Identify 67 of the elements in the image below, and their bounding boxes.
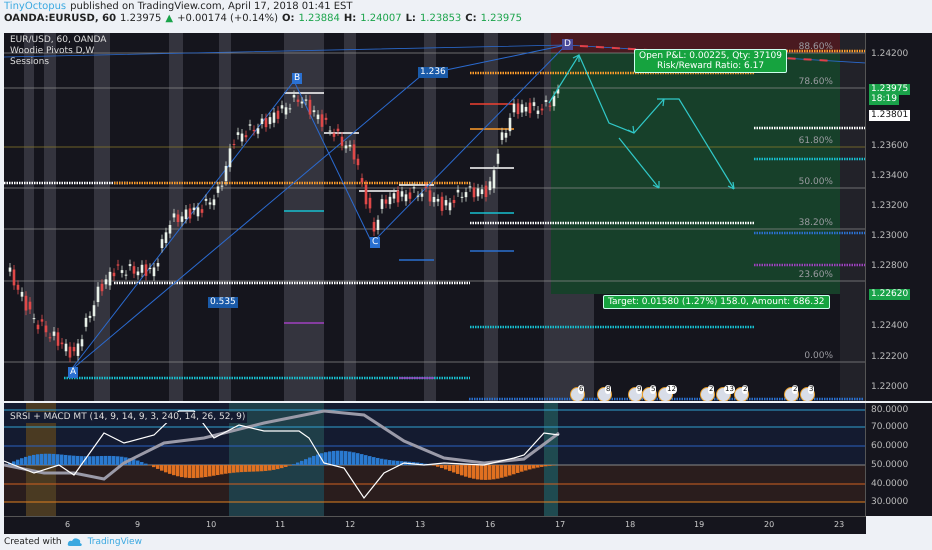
ohlc-value: 1.23884 — [298, 13, 340, 24]
legend-text: EUR/USD, 60, OANDA — [9, 35, 108, 46]
pattern-point-label: B — [292, 73, 302, 84]
indicator-axis-label: 30.0000 — [870, 497, 910, 508]
time-axis-label: 18 — [625, 520, 636, 529]
symbol-label: OANDA:EURUSD, 60 — [4, 13, 116, 24]
pattern-point-label: C — [370, 237, 380, 248]
time-axis-label: 6 — [65, 520, 70, 529]
up-arrow-icon: ▲ — [165, 13, 174, 24]
ohlc-label: H: — [344, 13, 356, 24]
price-axis-label: 1.22620 — [869, 289, 910, 300]
price-axis-label: 1.22000 — [870, 382, 910, 393]
fib-level-label: 88.60% — [798, 42, 834, 53]
pattern-point-label: A — [68, 367, 78, 378]
time-axis-label: 19 — [694, 520, 704, 529]
indicator-axis-label: 40.0000 — [870, 479, 910, 490]
time-axis-label: 9 — [135, 520, 140, 529]
ohlc-value: 1.23853 — [420, 13, 462, 24]
price-axis-label: 1.22400 — [870, 321, 910, 332]
price-axis-label: 1.23975 — [869, 84, 910, 95]
price-axis-label: 1.23000 — [870, 231, 910, 242]
fib-level-label: 38.20% — [798, 218, 834, 229]
price-axis-label: 1.24200 — [870, 49, 910, 60]
target-label: Target: 0.01580 (1.27%) 158.0, Amount: 686.32 — [603, 295, 830, 309]
ohlc-label: O: — [282, 13, 294, 24]
time-axis-label: 11 — [275, 520, 286, 529]
time-axis-label: 10 — [206, 520, 216, 529]
pattern-point-label: D — [562, 39, 573, 50]
created-with-text: Created with — [4, 537, 62, 547]
fib-level-label: 23.60% — [798, 270, 834, 281]
time-axis-label: 20 — [764, 520, 774, 529]
pattern-point-label: 1.236 — [418, 67, 448, 78]
indicator-axis-label: 50.0000 — [870, 460, 910, 471]
legend-text: Woodie Pivots D,W — [9, 46, 96, 57]
time-axis-label: 12 — [345, 520, 356, 529]
fib-level-label: 0.00% — [803, 351, 834, 362]
price-axis-label: 18:19 — [869, 94, 899, 105]
cloud-logo-icon — [66, 537, 83, 547]
price-axis-label: 1.22200 — [870, 352, 910, 363]
publish-info: published on TradingView.com, April 17, 2018 01:41 EST — [70, 1, 353, 12]
price-axis-label: 1.23801 — [869, 110, 910, 121]
fib-level-label: 78.60% — [798, 77, 834, 88]
indicator-axis-label: 60.0000 — [870, 441, 910, 452]
time-axis-label: 23 — [834, 520, 844, 529]
indicator-title: SRSI + MACD MT (14, 9, 14, 9, 3, 240, 14, 26, 52, 9) — [8, 412, 248, 423]
brand-link[interactable]: TradingView — [88, 537, 142, 547]
ohlc-label: C: — [465, 13, 477, 24]
time-axis-label: 13 — [415, 520, 426, 529]
fib-level-label: 61.80% — [798, 136, 834, 147]
indicator-axis-label: 80.0000 — [870, 405, 910, 416]
price-axis-label: 1.23600 — [870, 141, 910, 152]
price-axis-label: 1.22800 — [870, 261, 910, 272]
ohlc-value: 1.23975 — [480, 13, 522, 24]
legend-text: Sessions — [9, 57, 50, 68]
pnl-label: Open P&L: 0.00225, Qty: 37109 Risk/Reward Ratio: 6.17 — [634, 49, 787, 73]
indicator-axis-label: 70.0000 — [870, 422, 910, 433]
price-axis-label: 1.23200 — [870, 201, 910, 212]
pattern-point-label: 0.535 — [208, 297, 238, 308]
author-link[interactable]: TinyOctopus — [4, 1, 66, 12]
ohlc-value: 1.24007 — [360, 13, 402, 24]
time-axis-label: 17 — [555, 520, 566, 529]
time-axis-label: 16 — [485, 520, 496, 529]
price-change: +0.00174 (+0.14%) — [177, 13, 278, 24]
ohlc-label: L: — [406, 13, 416, 24]
price-axis-label: 1.23400 — [870, 171, 910, 182]
price-value: 1.23975 — [120, 13, 162, 24]
fib-level-label: 50.00% — [798, 177, 834, 188]
